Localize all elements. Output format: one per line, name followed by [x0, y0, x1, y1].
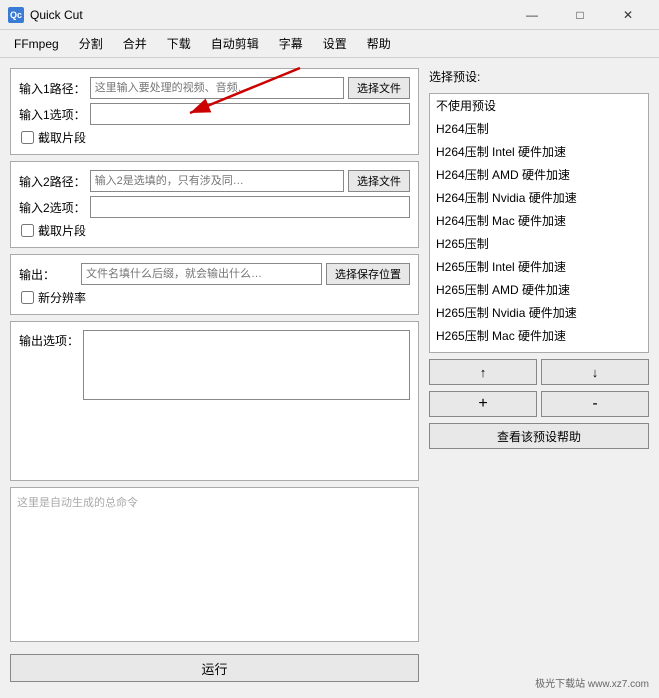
- watermark-bar: 极光下载站 www.xz7.com: [515, 668, 655, 696]
- minimize-button[interactable]: —: [509, 0, 555, 30]
- menu-bar: FFmpeg 分割 合并 下载 自动剪辑 字幕 设置 帮助: [0, 30, 659, 58]
- output-options-textarea[interactable]: [83, 330, 410, 400]
- app-title: Quick Cut: [30, 8, 83, 22]
- output-resolution-label: 新分辨率: [38, 289, 86, 306]
- input2-options-label: 输入2选项：: [19, 199, 86, 216]
- input1-section: 输入1路径： 选择文件 输入1选项： 截取片段: [10, 68, 419, 155]
- list-item[interactable]: 不使用预设: [430, 94, 648, 117]
- input2-path-label: 输入2路径：: [19, 173, 86, 190]
- input2-path-field[interactable]: [90, 170, 344, 192]
- watermark-text: 极光下载站 www.xz7.com: [535, 675, 649, 690]
- left-panel: 输入1路径： 选择文件 输入1选项： 截取片段 输入2路径： 选择文件 输入2选…: [10, 68, 419, 688]
- input1-path-field[interactable]: [90, 77, 344, 99]
- preset-help-button[interactable]: 查看该预设帮助: [429, 423, 649, 449]
- list-item[interactable]: H265压制 Intel 硬件加速: [430, 255, 648, 278]
- input2-clip-checkbox[interactable]: [21, 224, 34, 237]
- menu-item-split[interactable]: 分割: [69, 31, 113, 56]
- preset-add-button[interactable]: +: [429, 391, 537, 417]
- list-item[interactable]: H265压制 Mac 硬件加速: [430, 324, 648, 347]
- command-area: 这里是自动生成的总命令: [10, 487, 419, 643]
- menu-item-help[interactable]: 帮助: [357, 31, 401, 56]
- input2-clip-label: 截取片段: [38, 222, 86, 239]
- app-icon: Qc: [8, 7, 24, 23]
- maximize-button[interactable]: □: [557, 0, 603, 30]
- list-item[interactable]: H265压制 Nvidia 硬件加速: [430, 301, 648, 324]
- list-item[interactable]: H264压制: [430, 117, 648, 140]
- input2-options-field[interactable]: [90, 196, 410, 218]
- output-options-label: 输出选项：: [19, 330, 79, 349]
- output-section: 输出： 选择保存位置 新分辨率: [10, 254, 419, 315]
- input1-clip-checkbox[interactable]: [21, 131, 34, 144]
- menu-item-download[interactable]: 下载: [157, 31, 201, 56]
- output-label: 输出：: [19, 266, 77, 283]
- list-item[interactable]: H265压制 AMD 硬件加速: [430, 278, 648, 301]
- list-item[interactable]: H264压制目标比特率6000k: [430, 347, 648, 353]
- input2-browse-button[interactable]: 选择文件: [348, 170, 410, 192]
- command-placeholder: 这里是自动生成的总命令: [17, 497, 138, 509]
- output-browse-button[interactable]: 选择保存位置: [326, 263, 410, 285]
- list-item[interactable]: H265压制: [430, 232, 648, 255]
- output-options-section: 输出选项：: [10, 321, 419, 481]
- list-item[interactable]: H264压制 Intel 硬件加速: [430, 140, 648, 163]
- preset-list[interactable]: 不使用预设 H264压制 H264压制 Intel 硬件加速 H264压制 AM…: [429, 93, 649, 353]
- list-item[interactable]: H264压制 AMD 硬件加速: [430, 163, 648, 186]
- list-item[interactable]: H264压制 Mac 硬件加速: [430, 209, 648, 232]
- menu-item-merge[interactable]: 合并: [113, 31, 157, 56]
- menu-item-auto-edit[interactable]: 自动剪辑: [201, 31, 269, 56]
- preset-label: 选择预设:: [429, 68, 649, 85]
- input1-options-label: 输入1选项：: [19, 106, 86, 123]
- input1-browse-button[interactable]: 选择文件: [348, 77, 410, 99]
- input1-path-label: 输入1路径：: [19, 80, 86, 97]
- close-button[interactable]: ✕: [605, 0, 651, 30]
- preset-up-button[interactable]: ↑: [429, 359, 537, 385]
- run-button[interactable]: 运行: [10, 654, 419, 682]
- input2-section: 输入2路径： 选择文件 输入2选项： 截取片段: [10, 161, 419, 248]
- output-path-field[interactable]: [81, 263, 322, 285]
- list-item[interactable]: H264压制 Nvidia 硬件加速: [430, 186, 648, 209]
- preset-remove-button[interactable]: -: [541, 391, 649, 417]
- menu-item-ffmpeg[interactable]: FFmpeg: [4, 33, 69, 55]
- right-panel: 选择预设: 不使用预设 H264压制 H264压制 Intel 硬件加速 H26…: [429, 68, 649, 688]
- output-resolution-checkbox[interactable]: [21, 291, 34, 304]
- preset-down-button[interactable]: ↓: [541, 359, 649, 385]
- menu-item-subtitle[interactable]: 字幕: [269, 31, 313, 56]
- input1-clip-label: 截取片段: [38, 129, 86, 146]
- title-bar: Qc Quick Cut — □ ✕: [0, 0, 659, 30]
- input1-options-field[interactable]: [90, 103, 410, 125]
- menu-item-settings[interactable]: 设置: [313, 31, 357, 56]
